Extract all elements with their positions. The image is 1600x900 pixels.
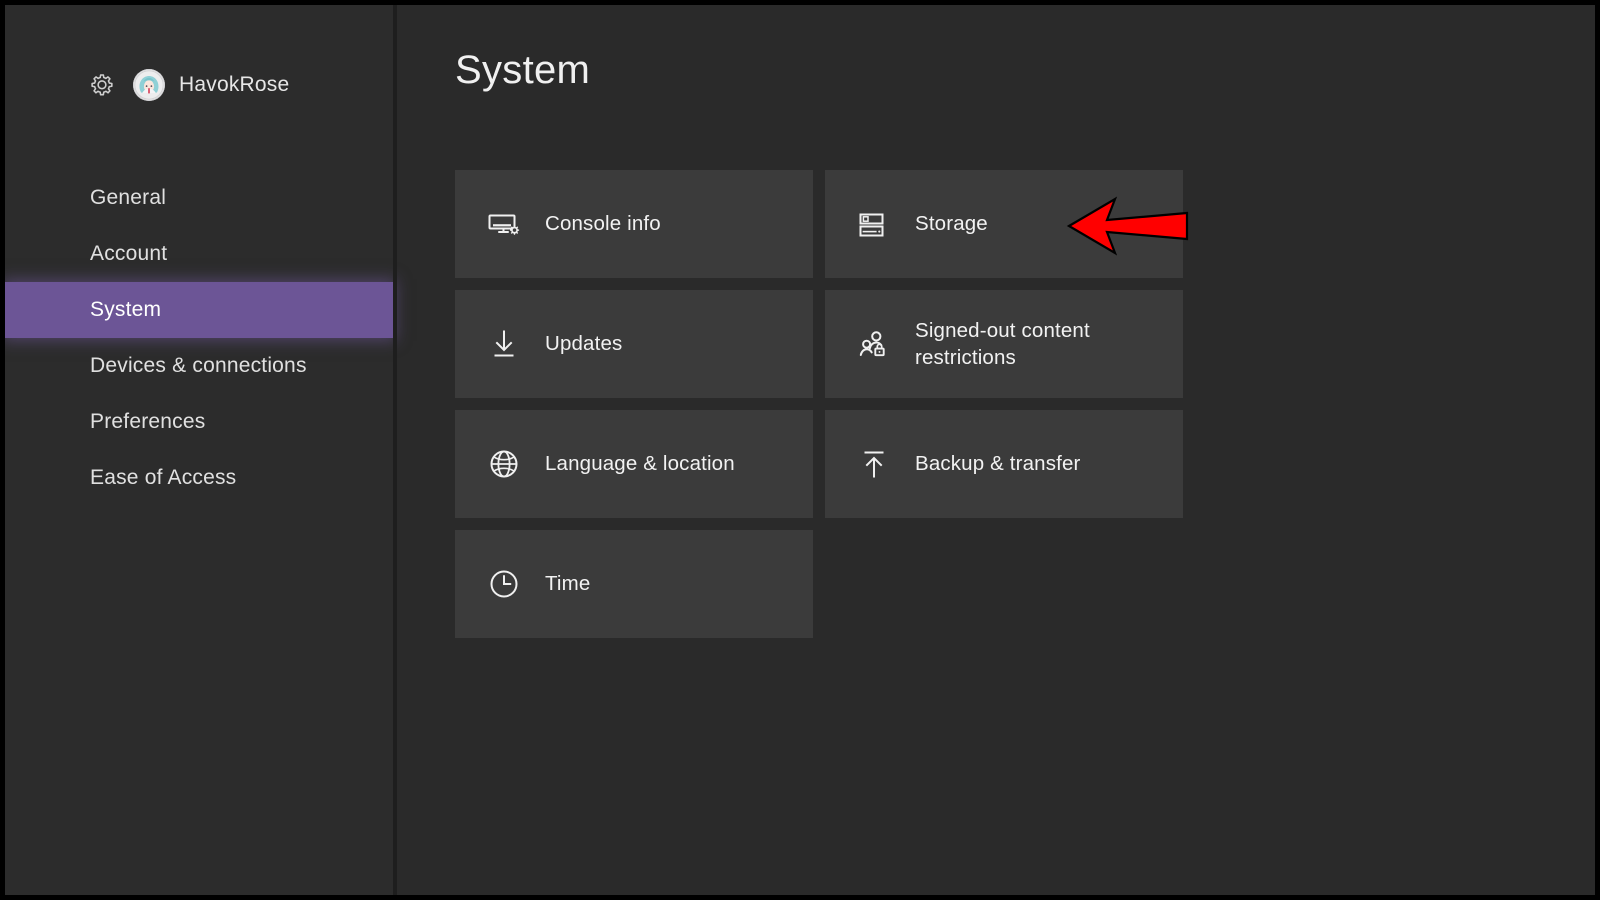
sidebar-item-general[interactable]: General xyxy=(5,170,393,226)
tile-label: Updates xyxy=(545,330,622,357)
console-info-icon xyxy=(485,205,523,243)
sidebar-item-ease-of-access[interactable]: Ease of Access xyxy=(5,450,393,506)
clock-icon-svg xyxy=(486,566,522,602)
upload-icon xyxy=(855,445,893,483)
download-icon-svg xyxy=(486,326,522,362)
main-content: System xyxy=(397,5,1595,895)
sidebar-item-label: Ease of Access xyxy=(90,466,236,490)
gear-icon[interactable] xyxy=(85,68,119,102)
sidebar-item-label: General xyxy=(90,186,166,210)
gear-icon-svg xyxy=(87,70,117,100)
xbox-settings-screen: HavokRose General Account System Devices… xyxy=(0,0,1600,900)
clock-icon xyxy=(485,565,523,603)
tile-updates[interactable]: Updates xyxy=(455,290,813,398)
sidebar-item-label: Preferences xyxy=(90,410,205,434)
sidebar-item-system[interactable]: System xyxy=(5,282,393,338)
profile-gamertag: HavokRose xyxy=(179,73,289,97)
sidebar: HavokRose General Account System Devices… xyxy=(5,5,393,895)
sidebar-item-account[interactable]: Account xyxy=(5,226,393,282)
tile-backup-transfer[interactable]: Backup & transfer xyxy=(825,410,1183,518)
profile-header[interactable]: HavokRose xyxy=(85,63,289,107)
screen-inner: HavokRose General Account System Devices… xyxy=(5,5,1595,895)
globe-icon-svg xyxy=(486,446,522,482)
tile-row: Time xyxy=(455,530,1190,638)
sidebar-item-devices-connections[interactable]: Devices & connections xyxy=(5,338,393,394)
console-info-icon-svg xyxy=(486,206,522,242)
sidebar-item-label: System xyxy=(90,298,161,322)
tile-label: Console info xyxy=(545,210,661,237)
sidebar-item-label: Devices & connections xyxy=(90,354,307,378)
people-lock-icon xyxy=(855,325,893,363)
page-title: System xyxy=(455,48,590,93)
storage-icon xyxy=(855,205,893,243)
settings-tile-grid: Console info Storage xyxy=(455,170,1190,650)
avatar-image xyxy=(133,69,165,101)
sidebar-item-preferences[interactable]: Preferences xyxy=(5,394,393,450)
tile-label: Signed-out content restrictions xyxy=(915,317,1155,371)
tile-signed-out-content-restrictions[interactable]: Signed-out content restrictions xyxy=(825,290,1183,398)
globe-icon xyxy=(485,445,523,483)
tile-storage[interactable]: Storage xyxy=(825,170,1183,278)
tile-label: Time xyxy=(545,570,590,597)
people-lock-icon-svg xyxy=(856,326,892,362)
storage-icon-svg xyxy=(856,206,892,242)
tile-label: Language & location xyxy=(545,450,735,477)
tile-placeholder-empty xyxy=(825,530,1183,638)
tile-time[interactable]: Time xyxy=(455,530,813,638)
sidebar-item-label: Account xyxy=(90,242,167,266)
tile-label: Storage xyxy=(915,210,988,237)
tile-row: Updates Signed-out xyxy=(455,290,1190,398)
tile-language-location[interactable]: Language & location xyxy=(455,410,813,518)
tile-row: Language & location Backup & transfer xyxy=(455,410,1190,518)
avatar[interactable] xyxy=(133,69,165,101)
sidebar-nav: General Account System Devices & connect… xyxy=(5,170,393,506)
download-icon xyxy=(485,325,523,363)
tile-console-info[interactable]: Console info xyxy=(455,170,813,278)
tile-row: Console info Storage xyxy=(455,170,1190,278)
upload-icon-svg xyxy=(856,446,892,482)
tile-label: Backup & transfer xyxy=(915,450,1081,477)
